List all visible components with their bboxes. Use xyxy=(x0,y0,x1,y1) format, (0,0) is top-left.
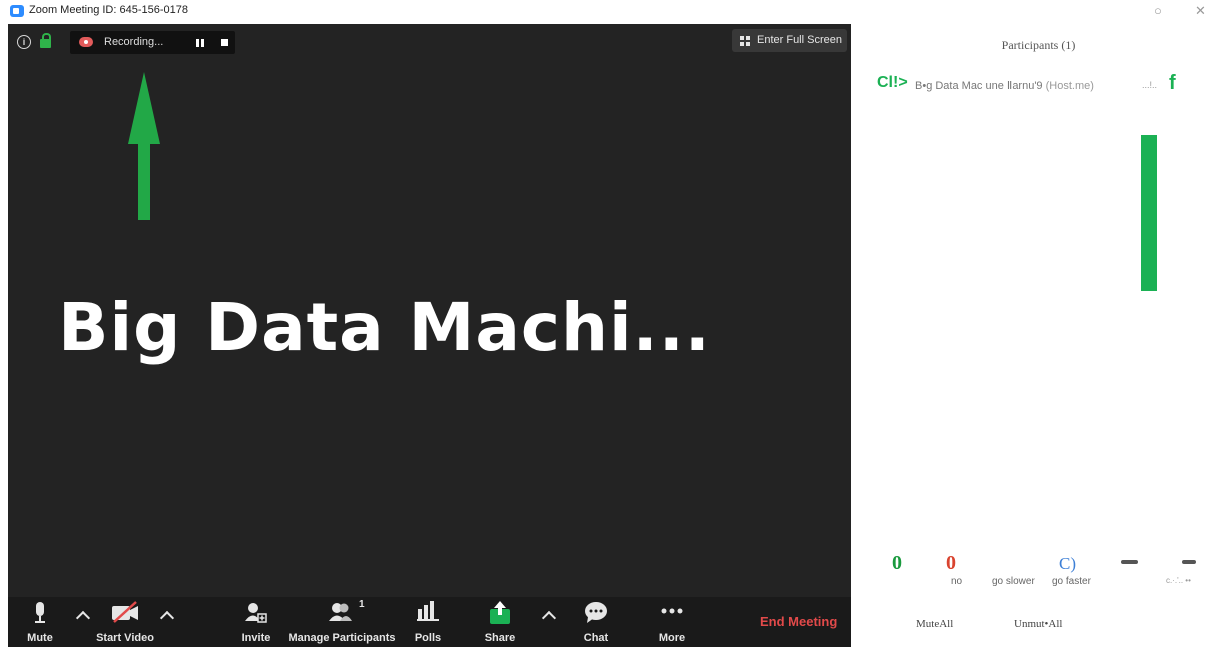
pause-recording-icon[interactable] xyxy=(196,39,204,47)
start-video-label: Start Video xyxy=(96,632,154,644)
polls-button[interactable]: Polls xyxy=(410,597,446,647)
go-slower-label: go slower xyxy=(992,576,1035,587)
participant-avatar: Cl!> xyxy=(877,74,908,91)
stop-recording-icon[interactable] xyxy=(221,39,228,46)
invite-person-icon xyxy=(245,603,267,623)
microphone-icon xyxy=(35,602,45,623)
video-options-chevron-icon[interactable] xyxy=(159,610,175,626)
participant-badge: f xyxy=(1169,72,1176,94)
participant-role: (Host.me) xyxy=(1045,80,1094,92)
more-feedback-label: c.·.'.. •• xyxy=(1166,576,1191,585)
share-label: Share xyxy=(484,632,516,644)
share-button[interactable]: Share xyxy=(480,597,520,647)
meeting-top-bar: i Recording... Enter Full Screen xyxy=(8,24,851,60)
manage-participants-label: Manage Participants xyxy=(288,632,396,644)
mute-label: Mute xyxy=(27,632,53,644)
video-off-icon xyxy=(112,601,138,623)
polls-icon xyxy=(417,601,439,621)
share-screen-icon xyxy=(490,601,510,624)
participant-name: B•g Data Mac une Ⅱarnu'9 (Host.me) xyxy=(915,80,1094,92)
more-dots-icon xyxy=(661,608,683,614)
shared-screen-title-text: Big Data Machi... xyxy=(58,289,711,366)
chat-bubble-icon xyxy=(585,602,607,623)
recording-label: Recording... xyxy=(104,36,164,48)
shared-screen-title: Big Data Machi... xyxy=(8,289,851,366)
participant-row[interactable]: Cl!> B•g Data Mac une Ⅱarnu'9 (Host.me) … xyxy=(860,72,1217,96)
meeting-toolbar: Mute Start Video Invite 1 Manage Partici… xyxy=(8,597,851,647)
cloud-recording-icon xyxy=(79,37,93,47)
participants-panel-title: Participants (1) xyxy=(1001,38,1076,52)
invite-button[interactable]: Invite xyxy=(236,597,276,647)
recording-indicator: Recording... xyxy=(70,31,235,54)
fullscreen-label: Enter Full Screen xyxy=(757,34,842,46)
no-feedback-label: no xyxy=(951,576,963,587)
info-icon[interactable]: i xyxy=(17,35,31,49)
end-meeting-button[interactable]: End Meeting xyxy=(760,614,837,629)
polls-label: Polls xyxy=(414,632,442,644)
window-title: Zoom Meeting ID: 645-156-0178 xyxy=(29,4,188,16)
more-label: More xyxy=(658,632,686,644)
share-options-chevron-icon[interactable] xyxy=(541,610,557,626)
audio-options-chevron-icon[interactable] xyxy=(75,610,91,626)
zoom-app-icon xyxy=(10,5,24,17)
more-feedback-dash-icon[interactable] xyxy=(1121,560,1138,564)
participants-count-badge: 1 xyxy=(359,599,365,610)
mute-all-button[interactable]: MuteAll xyxy=(916,618,953,630)
manage-participants-button[interactable]: 1 Manage Participants xyxy=(286,597,398,647)
unmute-all-button[interactable]: Unmut•All xyxy=(1014,618,1062,630)
no-feedback-icon[interactable]: 0 xyxy=(946,552,956,575)
yes-feedback-icon[interactable]: 0 xyxy=(892,552,902,575)
participant-status-dots: ...!.. xyxy=(1142,80,1158,90)
mute-button[interactable]: Mute xyxy=(20,597,60,647)
participants-panel: Participants (1) Cl!> B•g Data Mac une Ⅱ… xyxy=(860,24,1217,647)
go-faster-label: go faster xyxy=(1052,576,1091,587)
fullscreen-icon xyxy=(740,36,750,46)
close-button[interactable]: ✕ xyxy=(1195,3,1206,19)
start-video-button[interactable]: Start Video xyxy=(90,597,160,647)
enter-full-screen-button[interactable]: Enter Full Screen xyxy=(732,29,847,52)
meeting-video-area: i Recording... Enter Full Screen Big Dat… xyxy=(8,24,851,647)
green-arrow-annotation xyxy=(128,72,160,220)
go-faster-icon[interactable]: C) xyxy=(1059,554,1076,574)
more-options-dash-icon[interactable] xyxy=(1182,560,1196,564)
more-button[interactable]: More xyxy=(654,597,690,647)
lock-icon[interactable] xyxy=(40,33,51,49)
chat-button[interactable]: Chat xyxy=(578,597,614,647)
chat-label: Chat xyxy=(583,632,609,644)
participants-icon xyxy=(329,603,352,621)
minimize-button[interactable]: ○ xyxy=(1154,3,1162,18)
invite-label: Invite xyxy=(241,632,271,644)
window-title-bar: Zoom Meeting ID: 645-156-0178 ○ ✕ xyxy=(0,0,1217,22)
green-highlight-bar xyxy=(1141,135,1157,291)
